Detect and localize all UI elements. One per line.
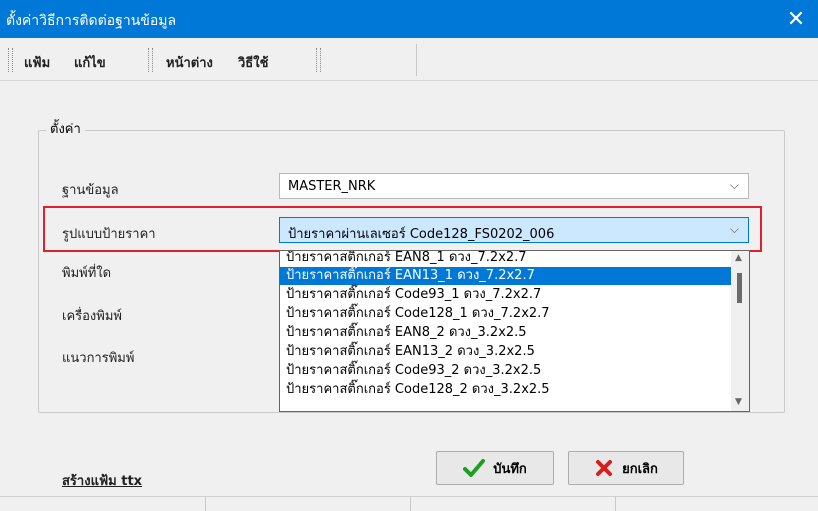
create-ttx-link[interactable]: สร้างแฟ้ม ttx — [62, 470, 142, 491]
dropdown-option[interactable]: ป้ายราคาสติ๊กเกอร์ Code93_1 ดวง_7.2x2.7 — [280, 286, 731, 304]
orientation-label: แนวการพิมพ์ — [62, 351, 135, 366]
menu-bar: แฟ้ม แก้ไข หน้าต่าง วิธีใช้ — [0, 38, 818, 81]
status-divider — [615, 497, 616, 511]
menu-divider — [416, 44, 417, 76]
dropdown-option[interactable]: ป้ายราคาสติ๊กเกอร์ Code128_1 ดวง_7.2x2.7 — [280, 305, 731, 323]
dropdown-scrollbar[interactable]: ▲ ▼ — [731, 251, 749, 411]
dropdown-option[interactable]: ป้ายราคาสติ๊กเกอร์ EAN13_2 ดวง_3.2x2.5 — [280, 343, 731, 361]
menu-help[interactable]: วิธีใช้ — [238, 52, 268, 73]
database-label: ฐานข้อมูล — [62, 183, 119, 198]
label-format-dropdown[interactable]: ป้ายราคาสติ๊กเกอร์ EAN8_1 ดวง_7.2x2.7 ป้… — [279, 250, 750, 412]
group-title: ตั้งค่า — [46, 118, 85, 139]
highlight-box — [43, 206, 762, 252]
printer-label: เครื่องพิมพ์ — [62, 309, 122, 324]
scroll-down-icon[interactable]: ▼ — [735, 397, 742, 407]
close-icon[interactable]: ✕ — [774, 0, 818, 38]
cancel-label: ยกเลิก — [622, 461, 658, 477]
save-label: บันทึก — [493, 461, 527, 477]
status-divider — [410, 497, 411, 511]
menu-window[interactable]: หน้าต่าง — [166, 52, 213, 73]
toolbar-grip[interactable] — [316, 48, 321, 72]
database-value: MASTER_NRK — [288, 179, 376, 194]
menu-edit[interactable]: แก้ไข — [74, 52, 106, 73]
database-select[interactable]: MASTER_NRK ⌵ — [279, 173, 749, 199]
toolbar-grip[interactable] — [148, 48, 153, 72]
chevron-down-icon: ⌵ — [729, 178, 739, 192]
title-bar: ตั้งค่าวิธีการติดต่อฐานข้อมูล ✕ — [0, 0, 818, 38]
scroll-thumb[interactable] — [737, 273, 742, 303]
menu-file[interactable]: แฟ้ม — [24, 52, 50, 73]
status-bar — [0, 496, 818, 511]
dropdown-option[interactable]: ป้ายราคาสติ๊กเกอร์ Code128_2 ดวง_3.2x2.5 — [280, 381, 731, 399]
cancel-button[interactable]: ยกเลิก — [568, 451, 684, 485]
x-icon — [596, 460, 613, 476]
status-divider — [205, 497, 206, 511]
dropdown-option[interactable]: ป้ายราคาสติ๊กเกอร์ EAN8_2 ดวง_3.2x2.5 — [280, 324, 731, 342]
toolbar-grip[interactable] — [8, 48, 13, 72]
checkmark-icon — [463, 459, 486, 477]
save-button[interactable]: บันทึก — [436, 451, 554, 485]
scroll-up-icon[interactable]: ▲ — [735, 253, 742, 263]
dropdown-option[interactable]: ป้ายราคาสติ๊กเกอร์ EAN8_1 ดวง_7.2x2.7 — [280, 251, 731, 267]
window-title: ตั้งค่าวิธีการติดต่อฐานข้อมูล — [6, 13, 177, 29]
dropdown-option-selected[interactable]: ป้ายราคาสติ๊กเกอร์ EAN13_1 ดวง_7.2x2.7 — [280, 267, 731, 285]
dropdown-option[interactable]: ป้ายราคาสติ๊กเกอร์ Code93_2 ดวง_3.2x2.5 — [280, 362, 731, 380]
print-where-label: พิมพ์ที่ใด — [62, 266, 112, 281]
